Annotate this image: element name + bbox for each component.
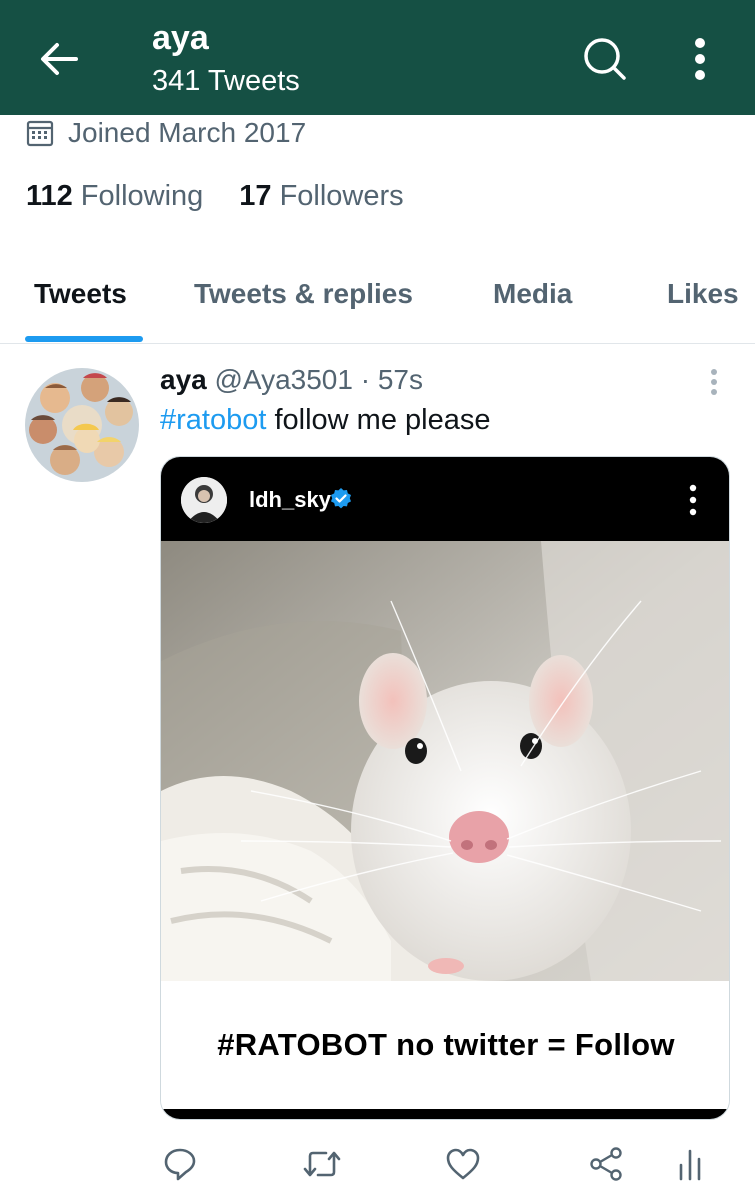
followers-count: 17	[239, 180, 272, 212]
search-icon	[584, 38, 626, 80]
embedded-avatar-image	[181, 477, 227, 523]
profile-tabs: Tweets Tweets & replies Media Likes	[0, 262, 755, 344]
tweet-count: 341 Tweets	[152, 65, 300, 97]
following-label: Following	[80, 180, 204, 212]
profile-title: aya	[152, 19, 209, 57]
embedded-post-header: ldh_sky	[161, 457, 729, 541]
following-link[interactable]: 112 Following	[26, 180, 203, 213]
tweet-time: 57s	[377, 364, 424, 395]
tweet-body: follow me please	[266, 404, 491, 436]
tweet-author-handle[interactable]: @Aya3501	[215, 364, 353, 395]
follow-stats: 112 Following 17 Followers	[26, 180, 440, 213]
tweet-header: aya @Aya3501 · 57s	[160, 364, 423, 396]
image-caption: #RATOBOT no twitter = Follow	[161, 981, 729, 1109]
tweet-actions	[160, 1136, 730, 1192]
reply-icon	[164, 1148, 196, 1181]
tab-likes[interactable]: Likes	[667, 278, 739, 310]
header-title-group: aya 341 Tweets	[152, 18, 300, 100]
share-button[interactable]	[586, 1144, 626, 1184]
tweet-separator: ·	[360, 364, 371, 395]
rat-photo	[161, 541, 729, 981]
avatar-image	[25, 368, 139, 482]
tweet-author-name[interactable]: aya	[160, 364, 207, 395]
analytics-button[interactable]	[670, 1144, 710, 1184]
verified-badge-icon	[331, 488, 351, 509]
more-vertical-icon	[711, 369, 717, 395]
joined-date: Joined March 2017	[26, 114, 306, 152]
more-vertical-icon	[689, 484, 697, 516]
tweet-text: #ratobot follow me please	[160, 404, 490, 437]
embedded-avatar	[181, 477, 227, 523]
tab-tweets[interactable]: Tweets	[34, 278, 127, 310]
hashtag-link[interactable]: #ratobot	[160, 404, 266, 436]
followers-label: Followers	[279, 180, 404, 212]
retweet-icon	[303, 1151, 341, 1177]
following-count: 112	[26, 180, 73, 212]
joined-text: Joined March 2017	[68, 117, 307, 148]
more-options-button[interactable]	[680, 32, 720, 86]
search-button[interactable]	[578, 32, 632, 86]
more-vertical-icon	[695, 38, 705, 80]
active-tab-indicator	[25, 336, 143, 342]
top-app-bar: aya 341 Tweets	[0, 0, 755, 115]
arrow-left-icon	[41, 43, 78, 75]
embedded-post-footer	[161, 1109, 729, 1119]
embedded-account-name: ldh_sky	[249, 487, 331, 512]
analytics-icon	[679, 1149, 701, 1181]
tab-tweets-replies[interactable]: Tweets & replies	[194, 278, 413, 310]
heart-icon	[446, 1148, 480, 1180]
tab-media[interactable]: Media	[493, 278, 572, 310]
tweet-media-image[interactable]: ldh_sky #RATOBOT no twitter = Follow	[160, 456, 730, 1120]
like-button[interactable]	[443, 1144, 483, 1184]
share-icon	[590, 1147, 622, 1181]
avatar[interactable]	[25, 368, 139, 482]
reply-button[interactable]	[160, 1144, 200, 1184]
back-button[interactable]	[34, 36, 84, 82]
tweet-more-button[interactable]	[700, 366, 728, 398]
followers-link[interactable]: 17 Followers	[239, 180, 403, 213]
calendar-icon	[26, 120, 54, 147]
retweet-button[interactable]	[302, 1144, 342, 1184]
